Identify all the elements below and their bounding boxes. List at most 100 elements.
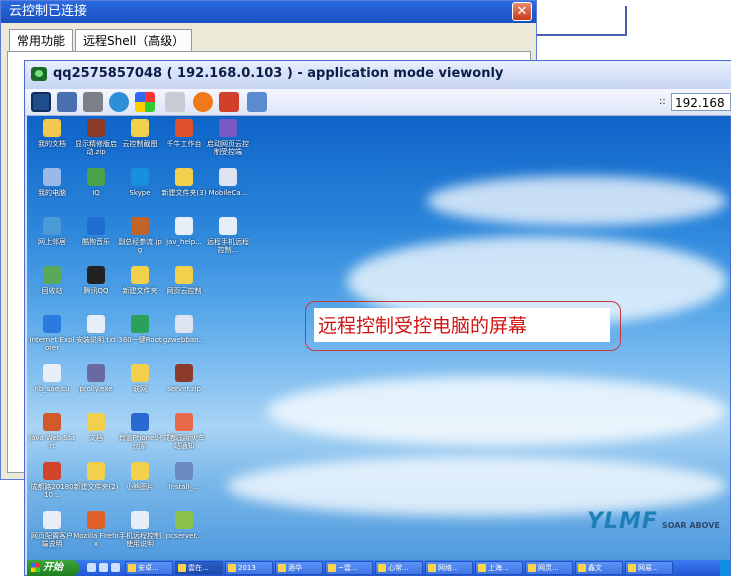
tools-icon[interactable] — [83, 92, 103, 112]
desktop-icon[interactable]: 小熊图片 — [117, 462, 163, 491]
desktop-icon[interactable]: pcserver... — [161, 511, 207, 540]
desktop-icon[interactable]: MobileCa... — [205, 168, 251, 197]
logo-subtext: SOAR ABOVE — [661, 521, 720, 530]
desktop-icon-label: 我的文档 — [38, 140, 66, 148]
ylmf-logo: YLMF SOAR ABOVE — [587, 509, 720, 534]
keyboard-icon[interactable] — [165, 92, 185, 112]
desktop-icon[interactable]: 副总经参流.jpg — [117, 217, 163, 254]
desktop-icon[interactable]: gzwebban... — [161, 315, 207, 344]
desktop-icon[interactable]: 我的电脑 — [29, 168, 75, 197]
file-icon — [43, 462, 61, 480]
ip-field[interactable]: 192.168 — [671, 93, 731, 111]
desktop-icon-label: 腾讯QQ — [83, 287, 109, 295]
file-icon — [131, 511, 149, 529]
taskbar-task[interactable]: 酒华 — [275, 561, 323, 575]
eye-icon — [31, 67, 47, 81]
desktop-icon[interactable]: 新建文件夹 — [117, 266, 163, 295]
desktop-icon-label: 千牛工作台 — [166, 140, 202, 148]
tab-remote-shell[interactable]: 远程Shell（高级） — [75, 29, 193, 51]
tab-common-functions[interactable]: 常用功能 — [9, 29, 74, 51]
desktop-icon[interactable]: 酷狗音乐 — [73, 217, 119, 246]
desktop-icon[interactable]: IQ — [73, 168, 119, 197]
fullscreen-icon[interactable] — [247, 92, 267, 112]
desktop-icon[interactable]: 网页云控制 — [161, 266, 207, 295]
desktop-icon[interactable]: 回收站 — [29, 266, 75, 295]
desktop-icon[interactable]: Internet Explorer — [29, 315, 75, 352]
taskbar-task[interactable]: 网络... — [425, 561, 473, 575]
desktop-icon[interactable]: 360一键Root — [117, 315, 163, 344]
taskbar-task[interactable]: 鑫文 — [575, 561, 623, 575]
remote-desktop-screen[interactable]: 我的文档 显示精修版启动.zip 云控制截图 千牛工作台 启动网页云控制受控端 我的电脑 I… — [27, 116, 730, 560]
desktop-icon[interactable]: 启动网页云控制受控端 — [205, 119, 251, 156]
desktop-icon[interactable]: 网页配置客户端说明 — [29, 511, 75, 548]
taskbar-task[interactable]: 上海... — [475, 561, 523, 575]
background-window-title: 云控制已连接 — [1, 1, 536, 23]
file-icon — [43, 364, 61, 382]
desktop-icon[interactable]: 我的文档 — [29, 119, 75, 148]
desktop-icon[interactable]: 千牛工作台 — [161, 119, 207, 148]
desktop-icon-label: 启动网页云控制受控端 — [207, 140, 249, 156]
taskbar-task[interactable]: 网易... — [625, 561, 673, 575]
desktop-icon[interactable]: 成都国际火车站通知 — [161, 413, 207, 450]
desktop-icon-label: 有道Phone识别系 — [118, 434, 162, 450]
refresh-icon[interactable] — [109, 92, 129, 112]
window-icon[interactable] — [57, 92, 77, 112]
quick-launch-icon[interactable] — [111, 563, 120, 572]
file-icon — [87, 315, 105, 333]
taskbar-task[interactable]: 2013 — [225, 561, 273, 575]
desktop-icon[interactable]: nb_sae.cu — [29, 364, 75, 393]
desktop-icon[interactable]: server.zip — [161, 364, 207, 393]
desktop-icon[interactable]: 云控制截图 — [117, 119, 163, 148]
desktop-icon[interactable]: Mozilla Firefox — [73, 511, 119, 548]
desktop-icon-label: Internet Explorer — [29, 336, 75, 352]
background-tabs: 常用功能 远程Shell（高级） — [9, 29, 194, 51]
desktop-icon[interactable]: 文档 — [73, 413, 119, 442]
desktop-icon[interactable]: 有道Phone识别系 — [117, 413, 163, 450]
file-icon — [219, 217, 237, 235]
desktop-icon-label: MobileCa... — [208, 189, 248, 197]
desktop-icon[interactable]: 远程手机远程控制... — [205, 217, 251, 254]
monitor-icon[interactable] — [31, 92, 51, 112]
quick-launch-icon[interactable] — [87, 563, 96, 572]
taskbar-task[interactable]: 心常... — [375, 561, 423, 575]
file-icon — [219, 119, 237, 137]
desktop-icon[interactable]: 联网 — [117, 364, 163, 393]
desktop-icon-label: Mozilla Firefox — [73, 532, 119, 548]
desktop-icon[interactable]: 新建文件夹(2) — [73, 462, 119, 491]
desktop-icon[interactable]: 新建文件夹(3) — [161, 168, 207, 197]
logo-text: YLMF — [587, 509, 658, 534]
desktop-icon[interactable]: Java Web Start — [29, 413, 75, 450]
close-button[interactable]: ✕ — [512, 2, 532, 21]
file-icon — [87, 413, 105, 431]
file-icon — [131, 217, 149, 235]
desktop-icon[interactable]: Skype — [117, 168, 163, 197]
file-icon — [175, 168, 193, 186]
file-icon — [219, 168, 237, 186]
file-icon — [175, 511, 193, 529]
desktop-icon[interactable]: 网上邻居 — [29, 217, 75, 246]
file-icon — [43, 119, 61, 137]
desktop-icon[interactable]: 腾讯QQ — [73, 266, 119, 295]
file-icon — [175, 119, 193, 137]
desktop-icon[interactable]: 手机远程控制使用说明 — [117, 511, 163, 548]
taskbar-task[interactable]: 网灵... — [525, 561, 573, 575]
start-button[interactable]: 开始 — [27, 560, 79, 576]
windows-flag-icon[interactable] — [135, 92, 155, 112]
file-icon — [87, 462, 105, 480]
taskbar-task[interactable]: ~雲... — [325, 561, 373, 575]
desktop-icon[interactable]: prolly.exe — [73, 364, 119, 393]
file-icon — [175, 364, 193, 382]
desktop-icon[interactable]: 显示精修版启动.zip — [73, 119, 119, 156]
desktop-icon[interactable]: 成都路2018010... — [29, 462, 75, 499]
desktop-icon[interactable]: Install_... — [161, 462, 207, 491]
quick-launch-icon[interactable] — [99, 563, 108, 572]
stop-icon[interactable] — [193, 92, 213, 112]
desktop-icon[interactable]: jav_help... — [161, 217, 207, 246]
disconnect-icon[interactable] — [219, 92, 239, 112]
taskbar-task[interactable]: 雲在... — [175, 561, 223, 575]
file-icon — [43, 168, 61, 186]
taskbar-task[interactable]: 安卓... — [125, 561, 173, 575]
desktop-icon[interactable]: 安装说明.txt — [73, 315, 119, 344]
file-icon — [131, 266, 149, 284]
file-icon — [87, 119, 105, 137]
